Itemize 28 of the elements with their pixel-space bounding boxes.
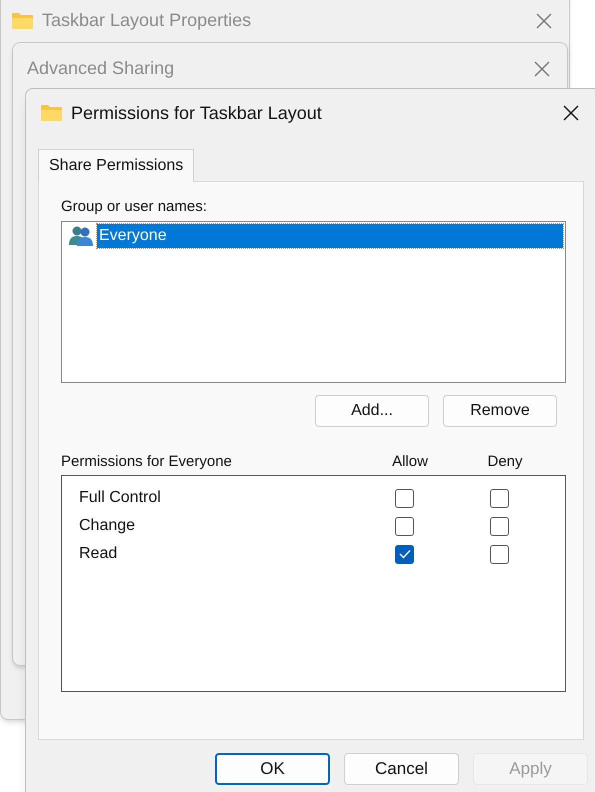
close-icon[interactable] [562, 104, 580, 122]
field-label: Group or user names: [61, 198, 208, 216]
window-title: Permissions for Taskbar Layout [71, 102, 322, 125]
checkbox[interactable] [490, 544, 509, 564]
folder-icon [40, 104, 63, 122]
column-header: Allow [391, 452, 429, 472]
permission-name: Full Control [79, 488, 162, 508]
permission-name: Read [79, 544, 118, 564]
checkbox[interactable] [490, 488, 509, 508]
dialog-button[interactable]: OK [215, 753, 330, 785]
check-icon [398, 549, 410, 559]
list-button[interactable]: Add... [315, 395, 429, 427]
checkbox[interactable] [490, 516, 509, 536]
list-item[interactable]: Everyone [97, 224, 563, 248]
user-list[interactable]: Everyone [61, 221, 566, 383]
checkbox[interactable] [395, 516, 414, 536]
folder-icon [11, 12, 34, 30]
field-label: Permissions for Everyone [61, 452, 233, 472]
window-title: Taskbar Layout Properties [42, 9, 252, 32]
dialog-button[interactable]: Cancel [344, 753, 459, 785]
permission-name: Change [79, 516, 136, 536]
tab[interactable]: Share Permissions [38, 149, 194, 182]
checkbox[interactable] [395, 488, 414, 508]
column-header: Deny [486, 452, 524, 472]
checkbox[interactable] [395, 544, 414, 564]
window-title: Advanced Sharing [27, 57, 174, 80]
users-icon [69, 225, 95, 247]
list-button[interactable]: Remove [443, 395, 557, 427]
